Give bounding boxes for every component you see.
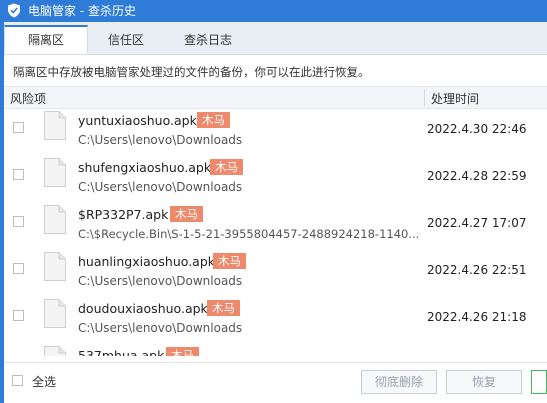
tab-scan-log[interactable]: 查杀日志 [170,26,246,54]
threat-badge: 木马 [210,159,243,175]
threat-badge: 木马 [213,253,246,269]
item-checkbox[interactable] [13,310,24,321]
threat-badge: 木马 [166,347,199,356]
item-path: C:\$Recycle.Bin\S-1-5-21-3955804457-2488… [78,227,420,241]
tab-quarantine[interactable]: 隔离区 [4,25,88,54]
file-icon [44,346,66,356]
list-item[interactable]: yuntuxiaoshuo.apk 木马 C:\Users\lenovo\Dow… [4,108,547,155]
file-icon [44,111,66,140]
item-name: shufengxiaoshuo.apk [78,160,212,175]
shield-icon [8,3,20,18]
threat-badge: 木马 [207,300,240,316]
item-name: huanlingxiaoshuo.apk [78,254,215,269]
item-checkbox[interactable] [13,169,24,180]
item-name: doudouxiaoshuo.apk [78,301,208,316]
title-bar: 电脑管家 - 查杀历史 [0,0,547,22]
list-item[interactable]: huanlingxiaoshuo.apk 木马 C:\Users\lenovo\… [4,249,547,296]
quarantine-list: yuntuxiaoshuo.apk 木马 C:\Users\lenovo\Dow… [4,108,547,356]
column-divider [424,89,425,106]
list-item[interactable]: shufengxiaoshuo.apk 木马 C:\Users\lenovo\D… [4,155,547,202]
extra-button[interactable] [531,370,547,394]
file-icon [44,158,66,187]
tab-trusted[interactable]: 信任区 [96,26,156,54]
file-icon [44,252,66,281]
item-time: 2022.4.28 22:59 [427,169,527,183]
item-name: yuntuxiaoshuo.apk [78,113,197,128]
window-title: 电脑管家 - 查杀历史 [28,4,136,18]
item-checkbox[interactable] [13,216,24,227]
select-all-checkbox[interactable] [12,375,23,386]
item-path: C:\Users\lenovo\Downloads [78,180,243,194]
item-time: 2022.4.26 22:51 [427,263,527,277]
restore-button[interactable]: 恢复 [446,370,522,394]
file-icon [44,205,66,234]
footer-bar: 全选 彻底删除 恢复 [4,362,547,403]
item-checkbox[interactable] [13,263,24,274]
quarantine-description: 隔离区中存放被电脑管家处理过的文件的备份，你可以在此进行恢复。 [13,65,370,79]
list-item[interactable]: $RP332P7.apk 木马 C:\$Recycle.Bin\S-1-5-21… [4,202,547,249]
item-path: C:\Users\lenovo\Downloads [78,133,243,147]
threat-badge: 木马 [197,112,230,128]
list-item[interactable]: doudouxiaoshuo.apk 木马 C:\Users\lenovo\Do… [4,296,547,343]
list-item[interactable]: 537mhua.apk 木马 [4,343,547,356]
select-all-label[interactable]: 全选 [32,373,56,390]
column-risk[interactable]: 风险项 [10,90,46,107]
item-time: 2022.4.30 22:46 [427,122,527,136]
file-icon [44,299,66,328]
tab-bar: 隔离区 信任区 查杀日志 [4,22,547,55]
item-time: 2022.4.26 21:18 [427,310,527,324]
delete-permanently-button[interactable]: 彻底删除 [361,370,437,394]
item-checkbox[interactable] [13,122,24,133]
main-window: 隔离区 信任区 查杀日志 隔离区中存放被电脑管家处理过的文件的备份，你可以在此进… [4,22,547,403]
column-time[interactable]: 处理时间 [431,90,479,107]
threat-badge: 木马 [170,206,203,222]
item-path: C:\Users\lenovo\Downloads [78,321,243,335]
item-path: C:\Users\lenovo\Downloads [78,274,243,288]
column-header: 风险项 处理时间 [4,86,547,109]
item-name: 537mhua.apk [78,348,165,356]
item-name: $RP332P7.apk [78,207,169,222]
item-time: 2022.4.27 17:07 [427,216,527,230]
